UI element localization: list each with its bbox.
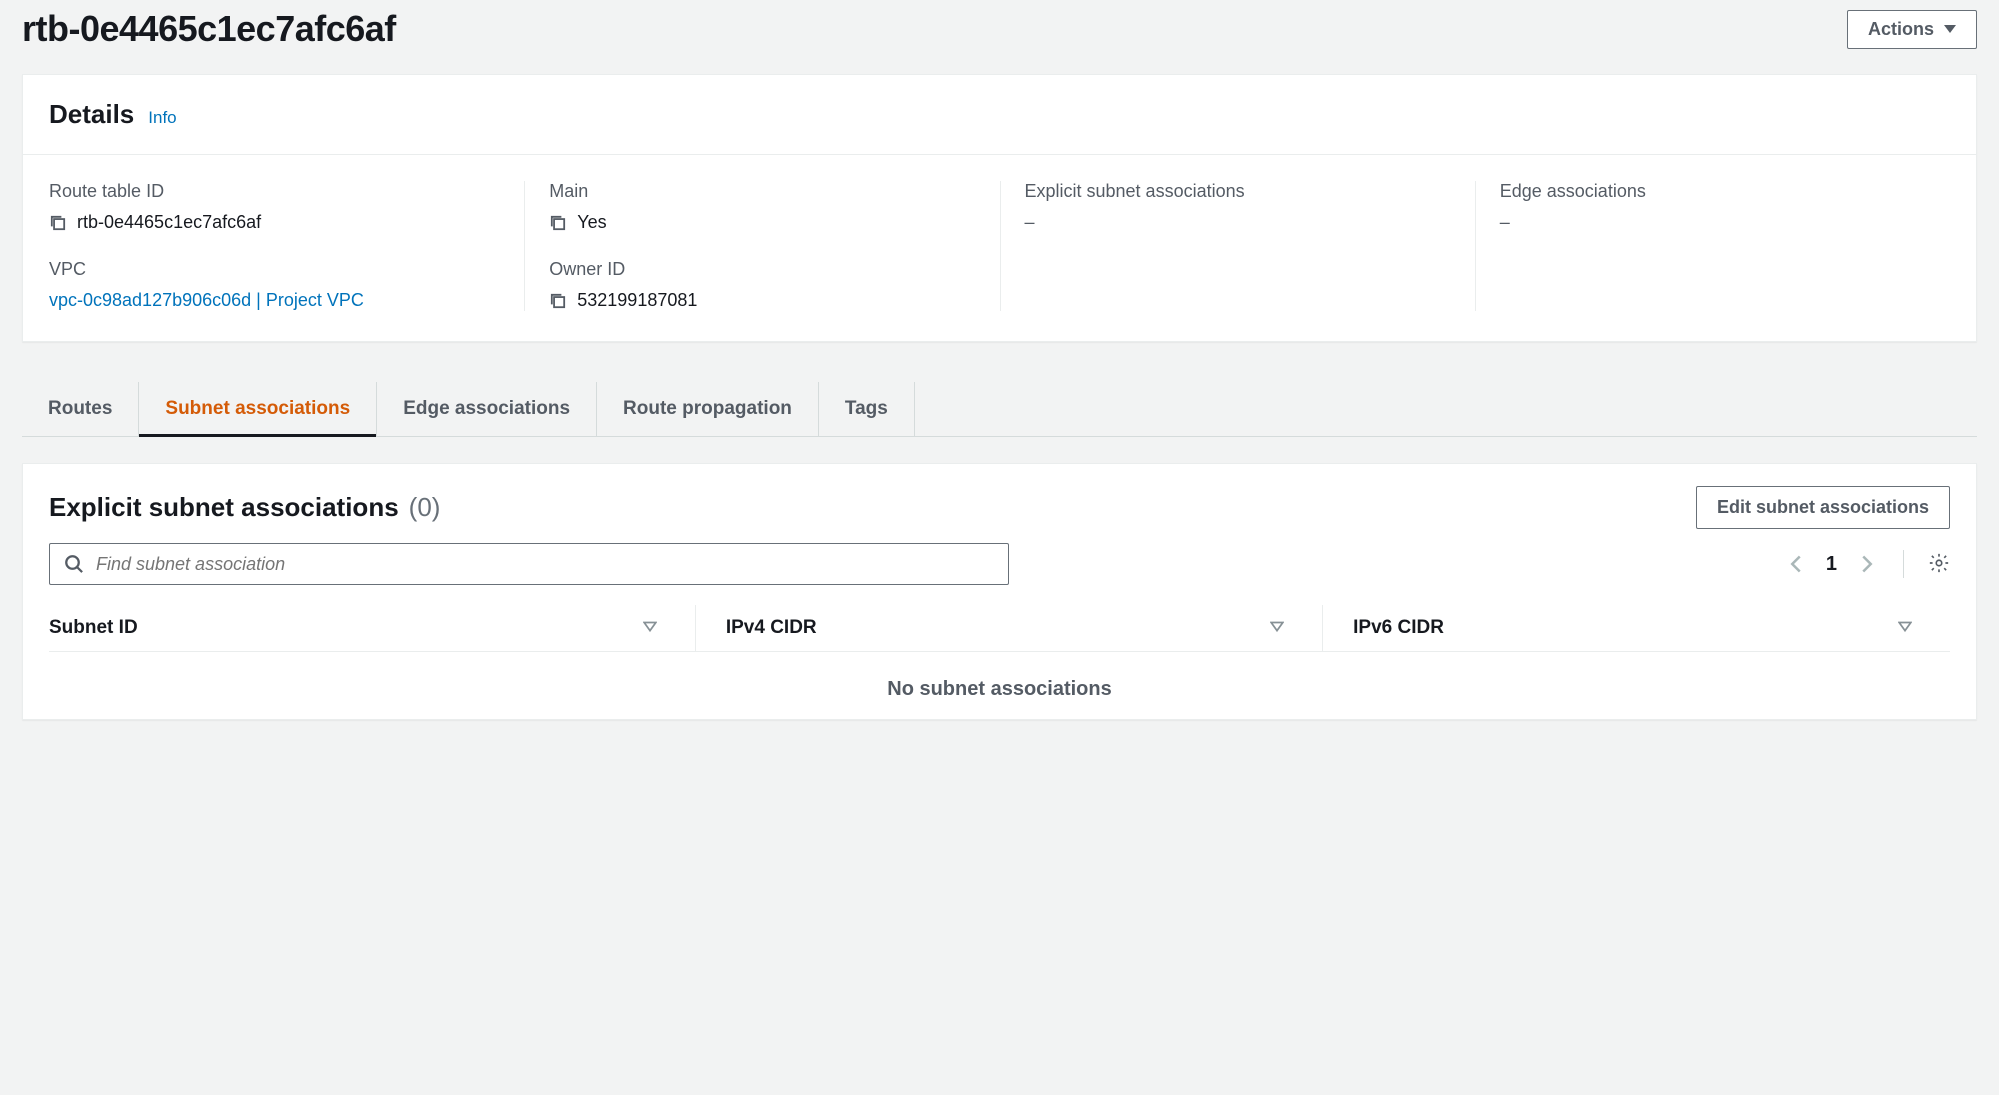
main-label: Main xyxy=(549,181,975,202)
subnet-associations-panel: Explicit subnet associations (0) Edit su… xyxy=(22,463,1977,720)
edge-assoc-value: – xyxy=(1500,212,1926,233)
details-panel: Details Info Route table ID rtb-0e4465c1… xyxy=(22,74,1977,342)
pager-prev-button[interactable] xyxy=(1784,552,1808,576)
explicit-assoc-value: – xyxy=(1025,212,1451,233)
tabs: Routes Subnet associations Edge associat… xyxy=(22,382,1977,437)
vpc-link[interactable]: vpc-0c98ad127b906c06d | Project VPC xyxy=(49,290,364,311)
page-title: rtb-0e4465c1ec7afc6af xyxy=(22,8,396,50)
divider xyxy=(1903,550,1904,578)
sort-icon[interactable] xyxy=(1270,617,1284,639)
chevron-left-icon xyxy=(1789,554,1803,574)
gear-icon xyxy=(1928,552,1950,574)
tab-route-propagation[interactable]: Route propagation xyxy=(597,382,819,436)
pager-next-button[interactable] xyxy=(1855,552,1879,576)
col-ipv6-cidr[interactable]: IPv6 CIDR xyxy=(1353,617,1444,639)
associations-title: Explicit subnet associations xyxy=(49,492,399,523)
sort-icon[interactable] xyxy=(643,617,657,639)
table-empty-row: No subnet associations xyxy=(49,652,1950,710)
settings-button[interactable] xyxy=(1928,552,1950,577)
sort-icon[interactable] xyxy=(1898,617,1912,639)
main-value: Yes xyxy=(577,212,606,233)
vpc-label: VPC xyxy=(49,259,500,280)
actions-button[interactable]: Actions xyxy=(1847,10,1977,49)
tab-tags[interactable]: Tags xyxy=(819,382,915,436)
tab-routes[interactable]: Routes xyxy=(22,382,139,436)
edit-subnet-associations-button[interactable]: Edit subnet associations xyxy=(1696,486,1950,529)
tab-subnet-associations[interactable]: Subnet associations xyxy=(139,382,377,436)
search-icon xyxy=(64,554,84,574)
details-panel-title: Details xyxy=(49,99,134,130)
copy-icon[interactable] xyxy=(549,292,567,310)
route-table-id-value: rtb-0e4465c1ec7afc6af xyxy=(77,212,261,233)
empty-message: No subnet associations xyxy=(49,652,1950,710)
search-input[interactable] xyxy=(96,554,994,575)
col-ipv4-cidr[interactable]: IPv4 CIDR xyxy=(726,617,817,639)
pager-current-page: 1 xyxy=(1826,553,1837,576)
edge-assoc-label: Edge associations xyxy=(1500,181,1926,202)
route-table-id-label: Route table ID xyxy=(49,181,500,202)
associations-table: Subnet ID IPv4 CIDR xyxy=(49,605,1950,709)
caret-down-icon xyxy=(1944,25,1956,33)
copy-icon[interactable] xyxy=(549,214,567,232)
associations-count: (0) xyxy=(409,492,441,523)
copy-icon[interactable] xyxy=(49,214,67,232)
owner-id-value: 532199187081 xyxy=(577,290,697,311)
explicit-assoc-label: Explicit subnet associations xyxy=(1025,181,1451,202)
search-box[interactable] xyxy=(49,543,1009,585)
tab-edge-associations[interactable]: Edge associations xyxy=(377,382,597,436)
chevron-right-icon xyxy=(1860,554,1874,574)
info-link[interactable]: Info xyxy=(148,108,176,128)
owner-id-label: Owner ID xyxy=(549,259,975,280)
col-subnet-id[interactable]: Subnet ID xyxy=(49,617,138,639)
actions-button-label: Actions xyxy=(1868,19,1934,40)
